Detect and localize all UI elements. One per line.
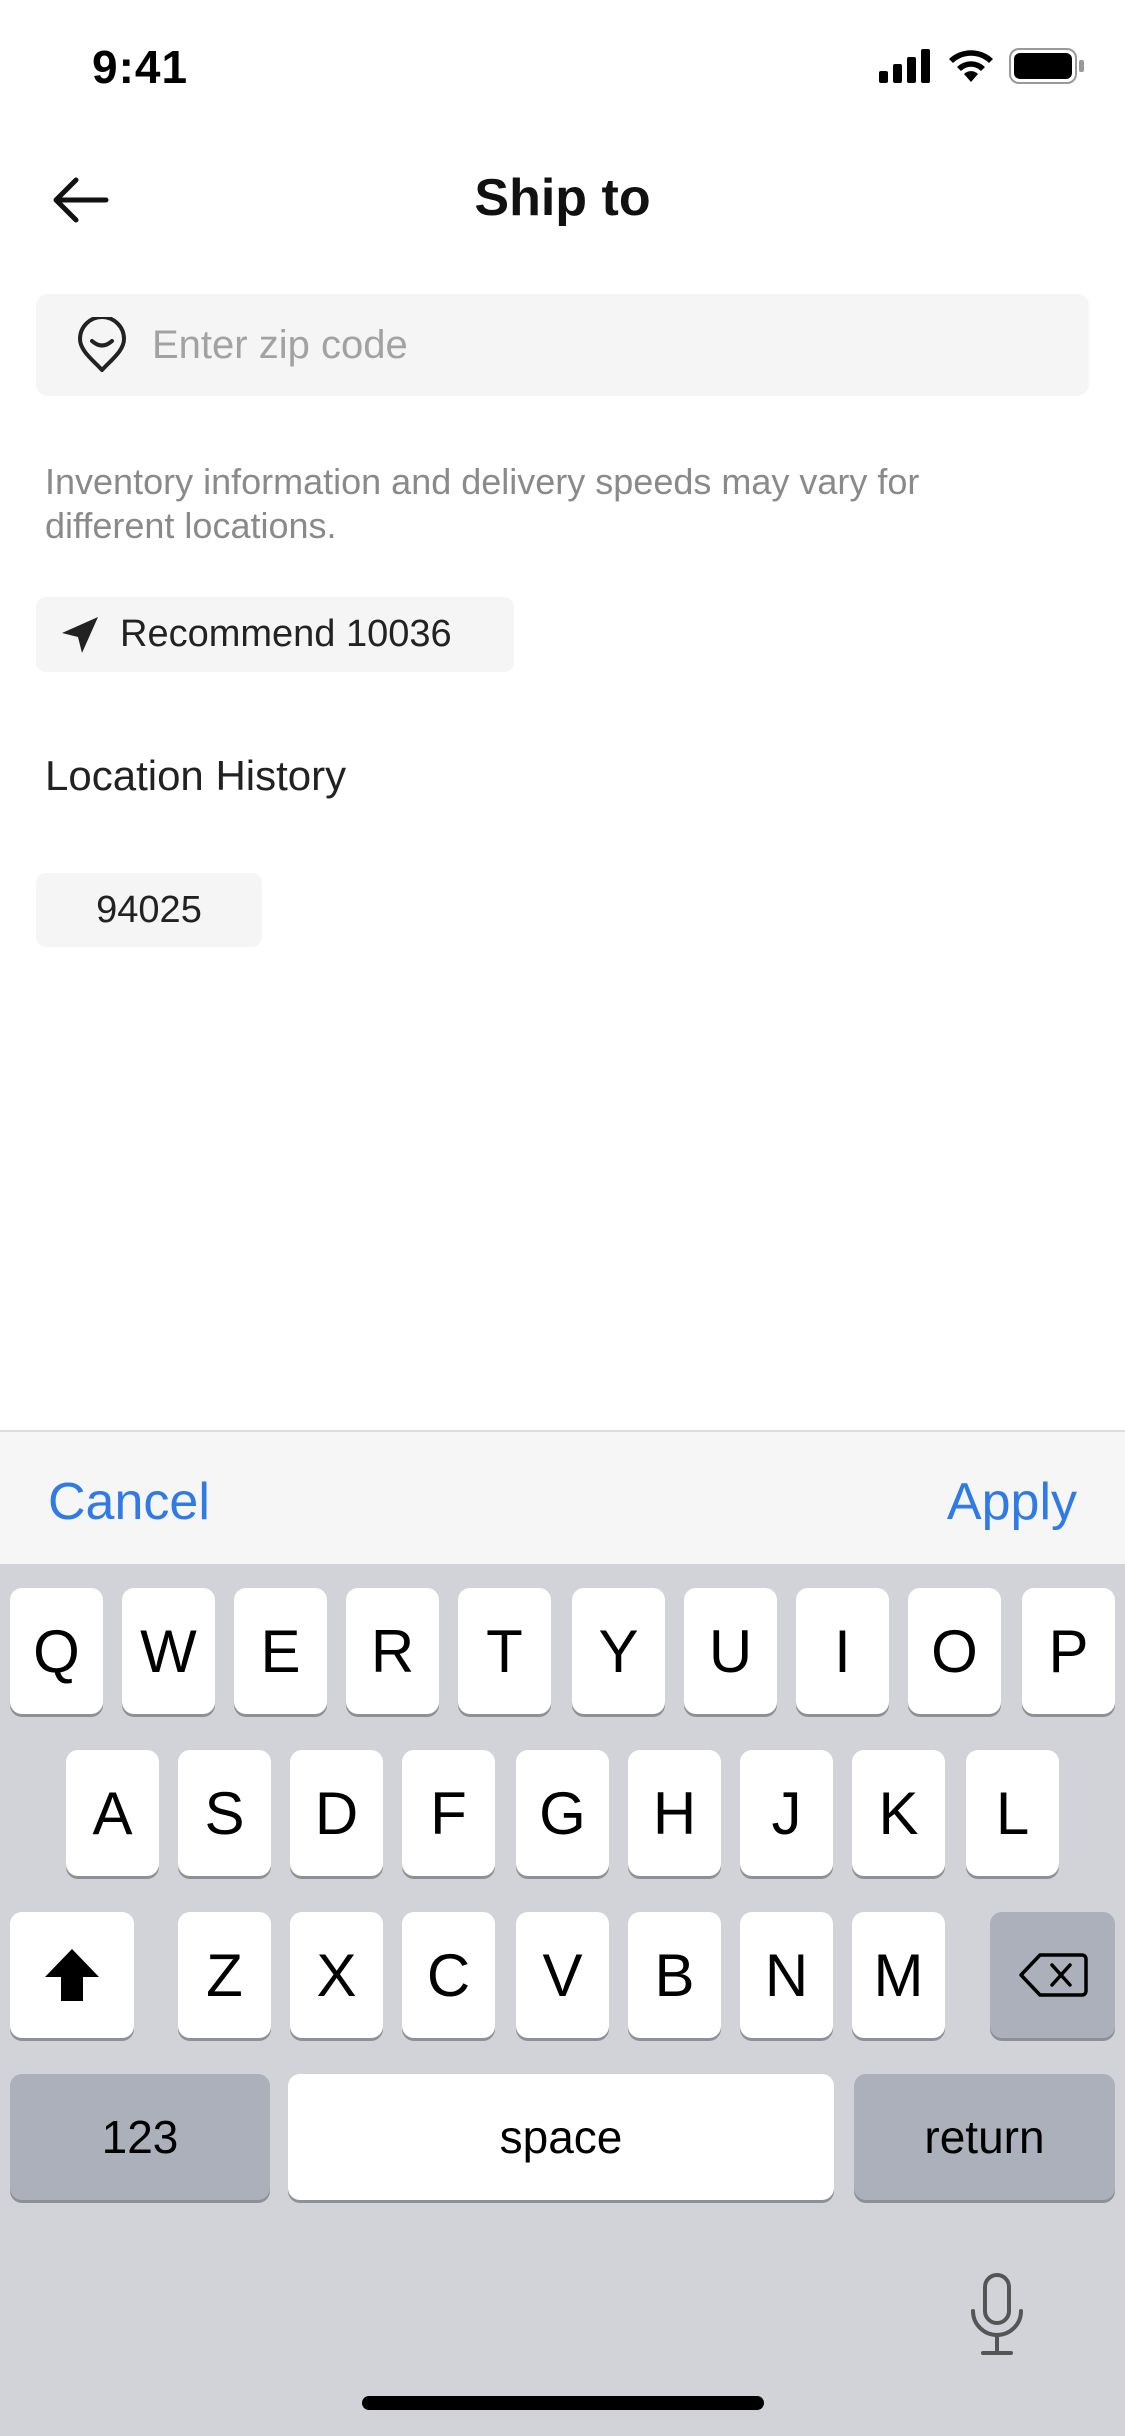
key-r[interactable]: R [346,1588,439,1714]
backspace-icon [1018,1953,1088,1997]
key-f[interactable]: F [402,1750,495,1876]
history-zip-chip[interactable]: 94025 [36,873,262,947]
status-bar: 9:41 [0,0,1125,140]
key-v[interactable]: V [516,1912,609,2038]
keyboard-toolbar: Cancel Apply [0,1430,1125,1564]
key-d[interactable]: D [290,1750,383,1876]
key-p[interactable]: P [1022,1588,1115,1714]
key-u[interactable]: U [684,1588,777,1714]
shift-key[interactable] [10,1912,134,2038]
cellular-signal-icon [879,49,930,83]
recommend-label: Recommend 10036 [120,613,452,655]
nav-bar: Ship to [0,150,1125,250]
keyboard: Q W E R T Y U I O P A S D F G H J K L Z … [0,1564,1125,2436]
battery-icon [1009,48,1084,84]
key-o[interactable]: O [908,1588,1001,1714]
key-c[interactable]: C [402,1912,495,2038]
location-arrow-icon [56,611,104,659]
key-z[interactable]: Z [178,1912,271,2038]
key-i[interactable]: I [796,1588,889,1714]
key-t[interactable]: T [458,1588,551,1714]
key-q[interactable]: Q [10,1588,103,1714]
return-key[interactable]: return [854,2074,1115,2200]
key-b[interactable]: B [628,1912,721,2038]
zip-search-box[interactable] [36,294,1089,396]
apply-button[interactable]: Apply [947,1472,1077,1532]
status-time: 9:41 [92,41,189,93]
zip-code-input[interactable] [152,305,1089,385]
info-text: Inventory information and delivery speed… [45,461,920,546]
key-n[interactable]: N [740,1912,833,2038]
location-history-title: Location History [45,752,347,799]
backspace-key[interactable] [990,1912,1115,2038]
key-m[interactable]: M [852,1912,945,2038]
numbers-key[interactable]: 123 [10,2074,270,2200]
shift-icon [45,1949,99,2001]
microphone-icon[interactable] [962,2270,1032,2360]
key-l[interactable]: L [966,1750,1059,1876]
home-indicator [362,2396,764,2410]
key-w[interactable]: W [122,1588,215,1714]
key-y[interactable]: Y [572,1588,665,1714]
key-j[interactable]: J [740,1750,833,1876]
key-e[interactable]: E [234,1588,327,1714]
recommend-zip-chip[interactable]: Recommend 10036 [36,597,514,672]
key-x[interactable]: X [290,1912,383,2038]
key-k[interactable]: K [852,1750,945,1876]
key-g[interactable]: G [516,1750,609,1876]
location-pin-icon [72,315,132,375]
page-title: Ship to [474,169,651,227]
wifi-icon [949,50,993,82]
cancel-button[interactable]: Cancel [48,1472,210,1532]
key-s[interactable]: S [178,1750,271,1876]
key-h[interactable]: H [628,1750,721,1876]
status-icons [879,48,1085,84]
key-a[interactable]: A [66,1750,159,1876]
space-key[interactable]: space [288,2074,834,2200]
